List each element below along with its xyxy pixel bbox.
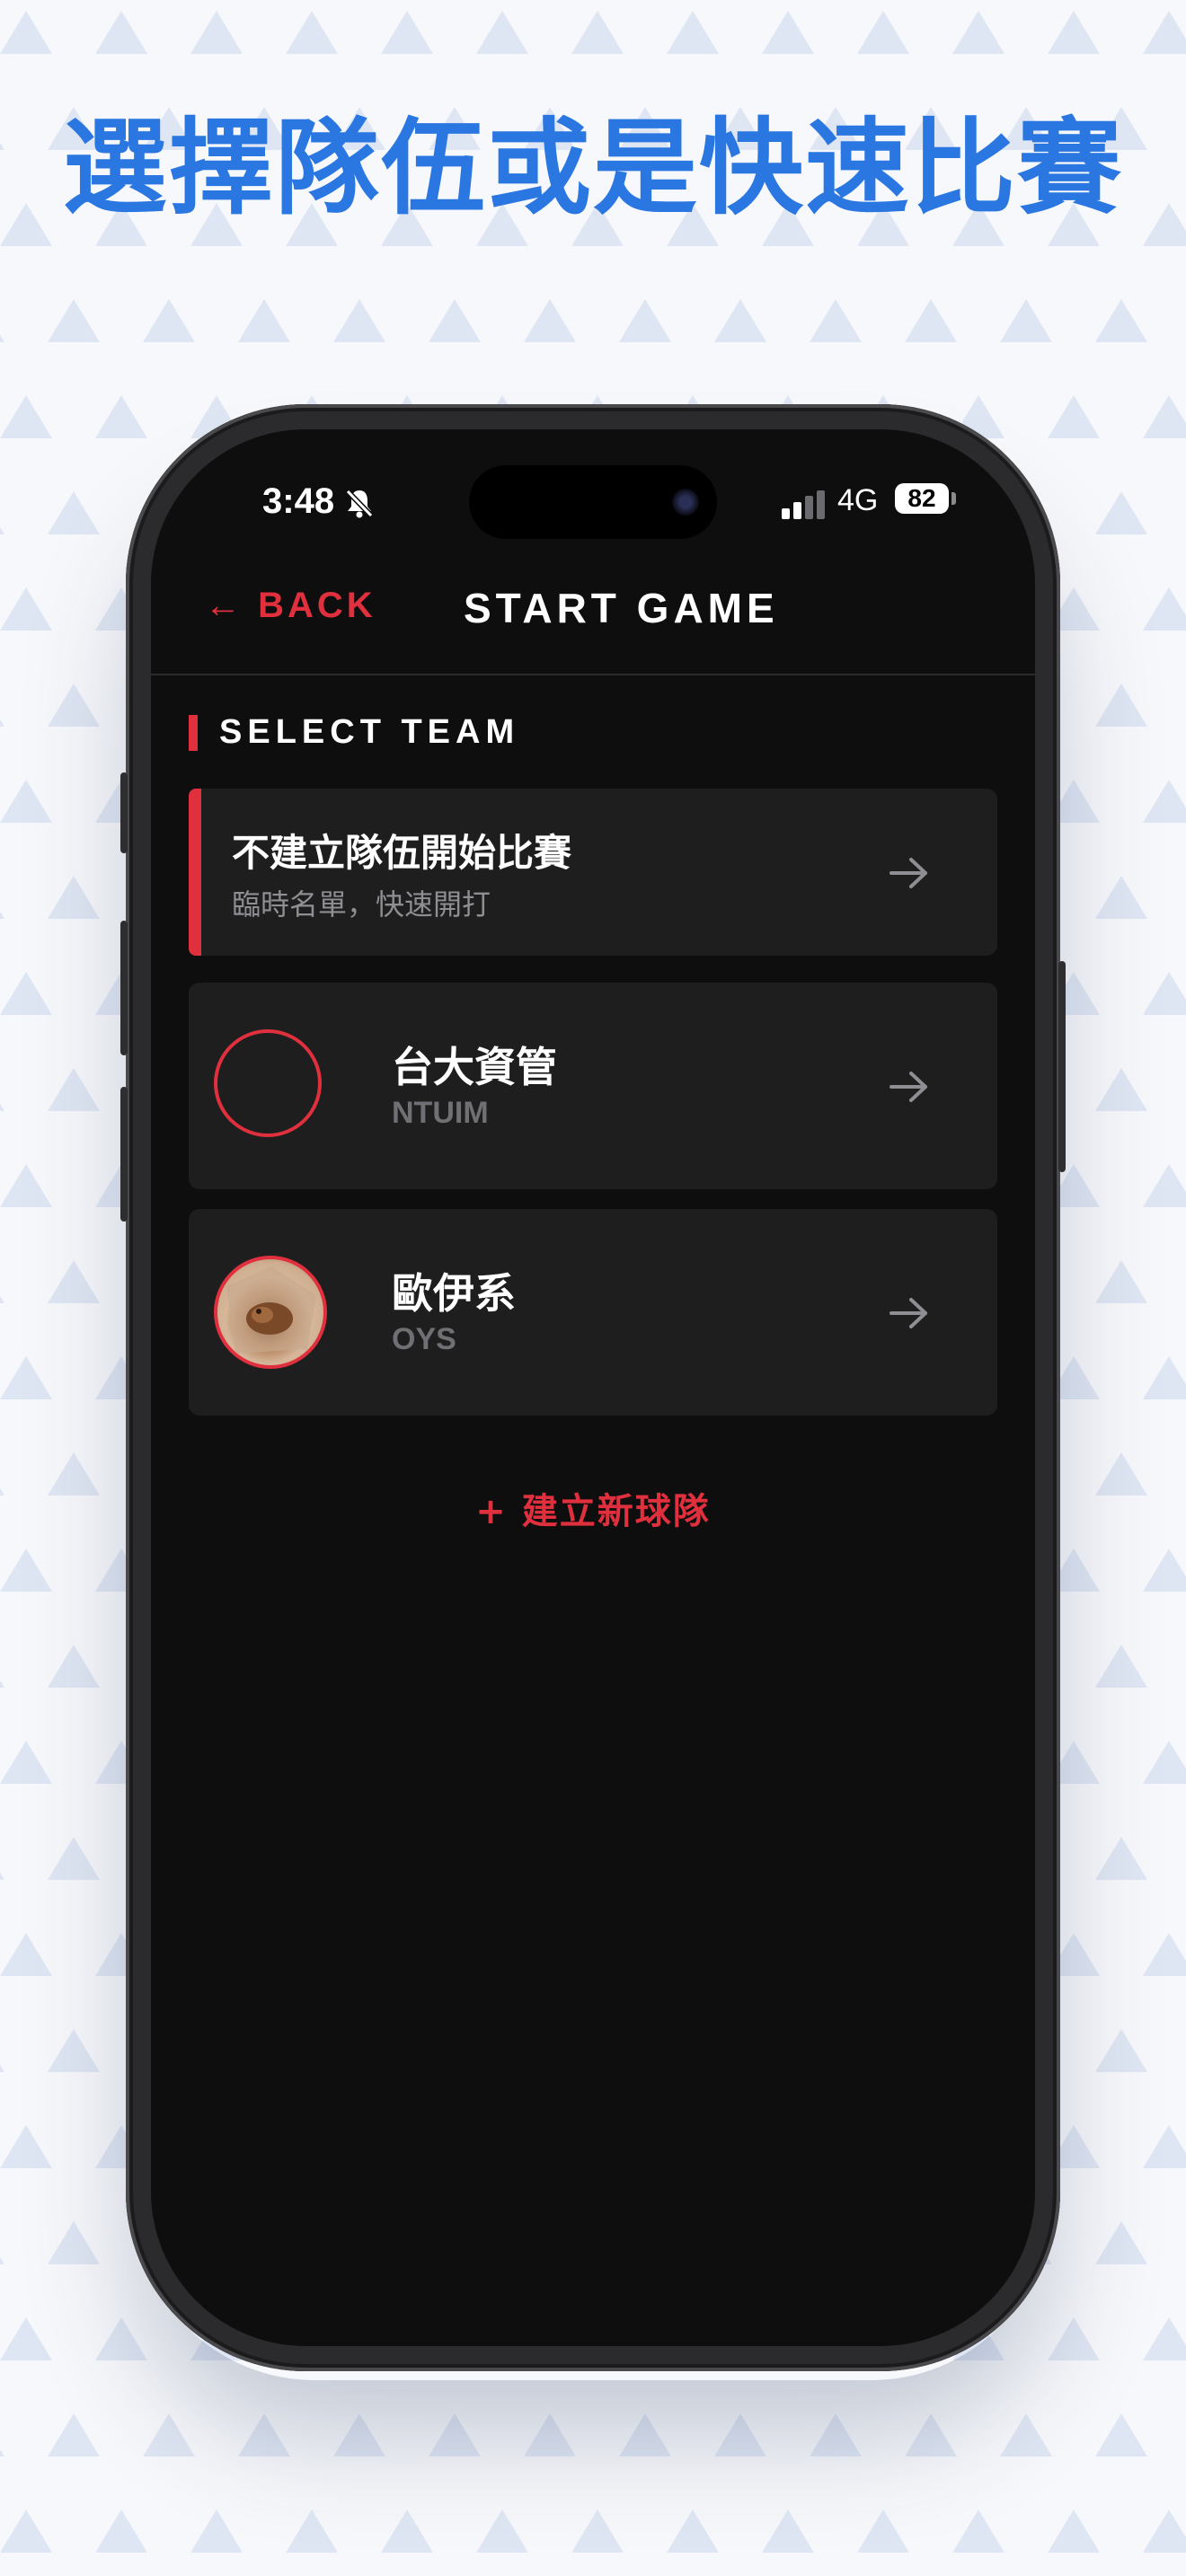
section-accent-bar [189,715,198,751]
section-title: SELECT TEAM [219,713,520,751]
team-name: 歐伊系 [392,1269,516,1318]
status-time: 3:48 [262,481,335,521]
battery-cap [951,492,956,505]
arrow-right-icon [890,858,927,888]
front-camera [672,489,699,516]
team-code: NTUIM [392,1096,489,1130]
network-type: 4G [837,483,879,517]
volume-down-button [120,1087,128,1222]
team-avatar-empty [214,1029,322,1137]
signal-strength-icon [782,490,825,519]
quick-start-subtitle: 臨時名單，快速開打 [232,887,491,922]
avatar-photo-detail [226,1266,316,1354]
app-screen: 3:48 4G 82 ← BACK START GAME SELECT TEAM… [151,429,1035,2346]
team-card[interactable]: 歐伊系 OYS [189,1209,997,1416]
create-team-button[interactable]: + 建立新球隊 [151,1482,1035,1534]
team-avatar-photo [214,1256,327,1369]
power-button [1058,961,1066,1172]
bell-muted-icon [344,488,375,519]
card-accent-bar [189,789,201,956]
team-card[interactable]: 台大資管 NTUIM [189,983,997,1189]
phone-frame: 3:48 4G 82 ← BACK START GAME SELECT TEAM… [120,404,1066,2371]
battery-indicator: 82 [895,483,949,514]
page-title: START GAME [464,585,779,631]
team-code: OYS [392,1322,456,1356]
arrow-right-icon [890,1298,927,1328]
volume-up-button [120,921,128,1055]
back-button[interactable]: ← BACK [205,586,376,626]
quick-start-title: 不建立隊伍開始比賽 [232,831,572,875]
team-name: 台大資管 [392,1043,557,1091]
promo-headline: 選擇隊伍或是快速比賽 [63,108,1123,229]
nav-divider [151,674,1035,675]
action-button [120,772,128,853]
quick-start-card[interactable]: 不建立隊伍開始比賽 臨時名單，快速開打 [189,789,997,956]
arrow-right-icon [890,1072,927,1102]
